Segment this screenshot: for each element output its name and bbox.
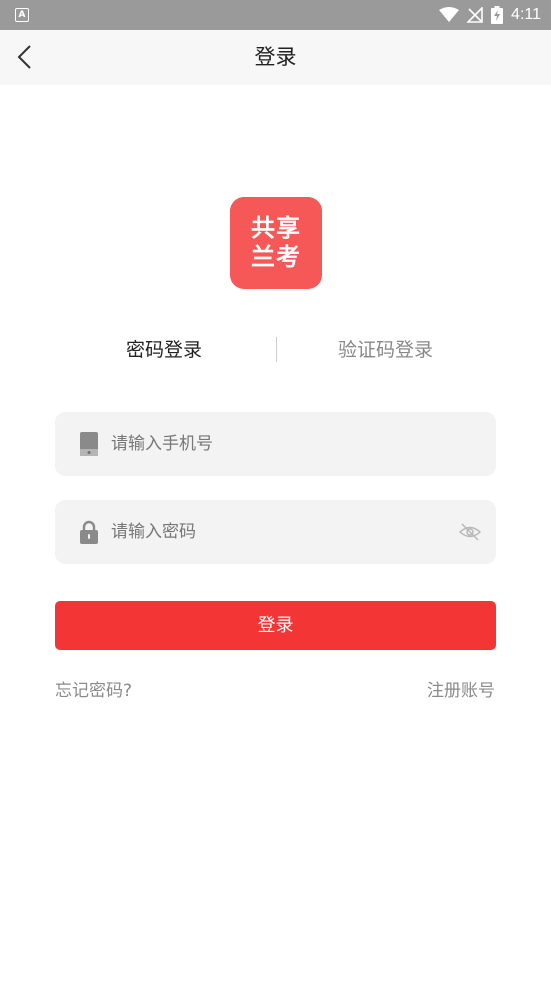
page-title: 登录 <box>254 45 297 69</box>
wifi-icon <box>439 7 460 22</box>
password-field[interactable] <box>55 500 496 564</box>
phone-input[interactable] <box>111 412 451 476</box>
login-screen: A 4:11 登录 共享 兰考 密码登录 验证码登录 请输入手机号 登录 忘记密… <box>0 0 551 981</box>
tab-divider <box>276 337 277 362</box>
no-signal-icon <box>467 7 483 23</box>
header-bar: 登录 <box>0 30 551 85</box>
status-bar: A 4:11 <box>0 0 551 30</box>
phone-icon <box>80 432 98 456</box>
tab-password-login[interactable]: 密码登录 <box>126 332 202 368</box>
forgot-password-link[interactable]: 忘记密码? <box>55 676 132 701</box>
logo-text-line2: 兰考 <box>251 243 301 271</box>
app-logo: 共享 兰考 <box>230 197 322 289</box>
tab-code-login[interactable]: 验证码登录 <box>338 332 433 368</box>
eye-off-icon[interactable] <box>458 520 482 544</box>
status-icons: 4:11 <box>439 0 541 30</box>
login-button[interactable]: 登录 <box>55 601 496 650</box>
app-notification-icon: A <box>15 8 29 22</box>
phone-field[interactable] <box>55 412 496 476</box>
register-link[interactable]: 注册账号 <box>427 676 495 701</box>
logo-text-line1: 共享 <box>251 214 301 242</box>
password-input[interactable] <box>111 500 451 564</box>
chevron-left-icon[interactable] <box>12 42 42 72</box>
lock-icon <box>80 520 98 544</box>
battery-charging-icon <box>491 6 504 24</box>
status-time: 4:11 <box>511 6 541 23</box>
